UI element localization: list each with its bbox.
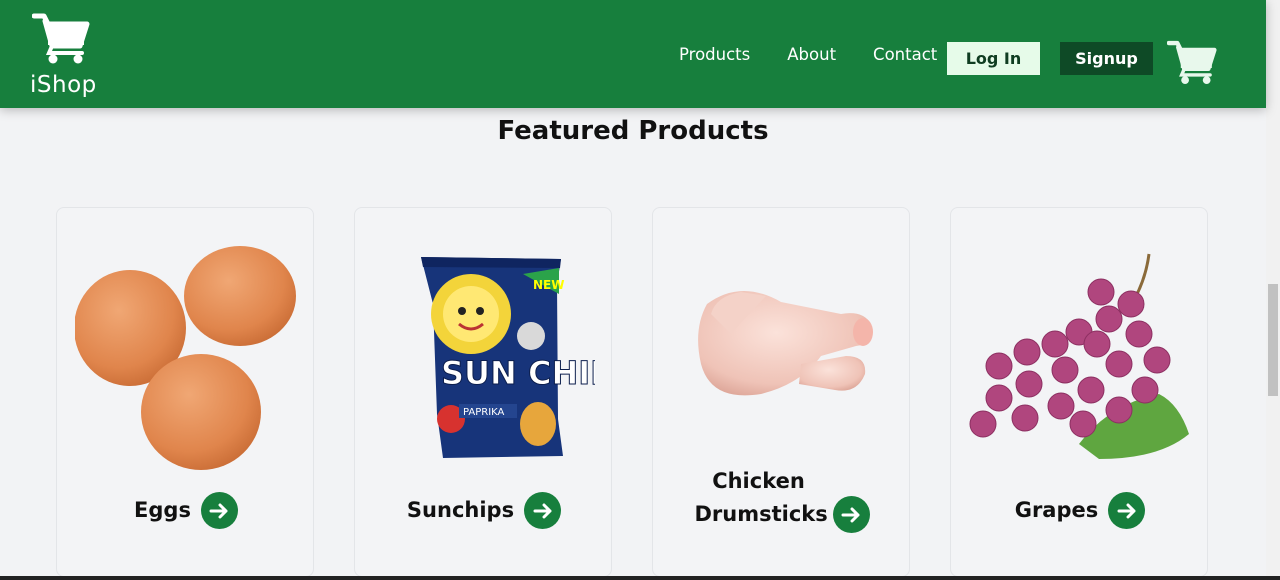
- product-card[interactable]: NEW SUN CHIPS PAPRIKA Sunchips: [354, 207, 612, 577]
- product-label: Chicken Drumsticks: [653, 463, 911, 533]
- nav-products[interactable]: Products: [679, 44, 750, 66]
- chips-flavor-text: PAPRIKA: [463, 407, 505, 418]
- product-label: Eggs: [57, 492, 315, 529]
- product-image-grapes: [969, 253, 1189, 459]
- cart-icon: [32, 13, 90, 64]
- product-image-eggs: [75, 246, 296, 470]
- logo[interactable]: iShop: [30, 12, 96, 98]
- chips-brand-text: SUN CHIPS: [441, 354, 595, 392]
- login-button[interactable]: Log In: [947, 42, 1040, 75]
- product-image-sunchips: NEW SUN CHIPS PAPRIKA: [421, 257, 595, 458]
- page-title: Featured Products: [497, 116, 769, 146]
- nav-contact[interactable]: Contact: [873, 44, 937, 66]
- nav-about[interactable]: About: [787, 44, 836, 66]
- bottom-divider: [0, 576, 1280, 580]
- logo-text: iShop: [30, 72, 97, 98]
- signup-button[interactable]: Signup: [1060, 42, 1153, 75]
- scrollbar[interactable]: [1266, 0, 1280, 580]
- arrow-right-icon[interactable]: [200, 492, 238, 529]
- product-card[interactable]: Grapes: [950, 207, 1208, 577]
- product-name: Grapes: [1014, 498, 1099, 522]
- product-name: Eggs: [134, 498, 191, 522]
- chips-badge-text: NEW: [533, 278, 564, 292]
- product-label: Grapes: [951, 492, 1209, 529]
- product-image-chicken-drumsticks: [698, 290, 873, 396]
- cart-icon: [1166, 40, 1217, 84]
- cart-button[interactable]: [1166, 39, 1217, 85]
- main-nav: Products About Contact: [679, 44, 974, 66]
- site-header: iShop Products About Contact Log In Sign…: [0, 0, 1266, 108]
- product-label: Sunchips: [355, 492, 613, 529]
- arrow-right-icon[interactable]: [832, 496, 870, 533]
- arrow-right-icon[interactable]: [524, 492, 562, 529]
- product-name: Chicken Drumsticks: [694, 469, 828, 526]
- product-name: Sunchips: [406, 498, 515, 522]
- arrow-right-icon[interactable]: [1108, 492, 1146, 529]
- product-card[interactable]: Eggs: [56, 207, 314, 577]
- scrollbar-thumb[interactable]: [1268, 284, 1278, 396]
- product-card[interactable]: Chicken Drumsticks: [652, 207, 910, 577]
